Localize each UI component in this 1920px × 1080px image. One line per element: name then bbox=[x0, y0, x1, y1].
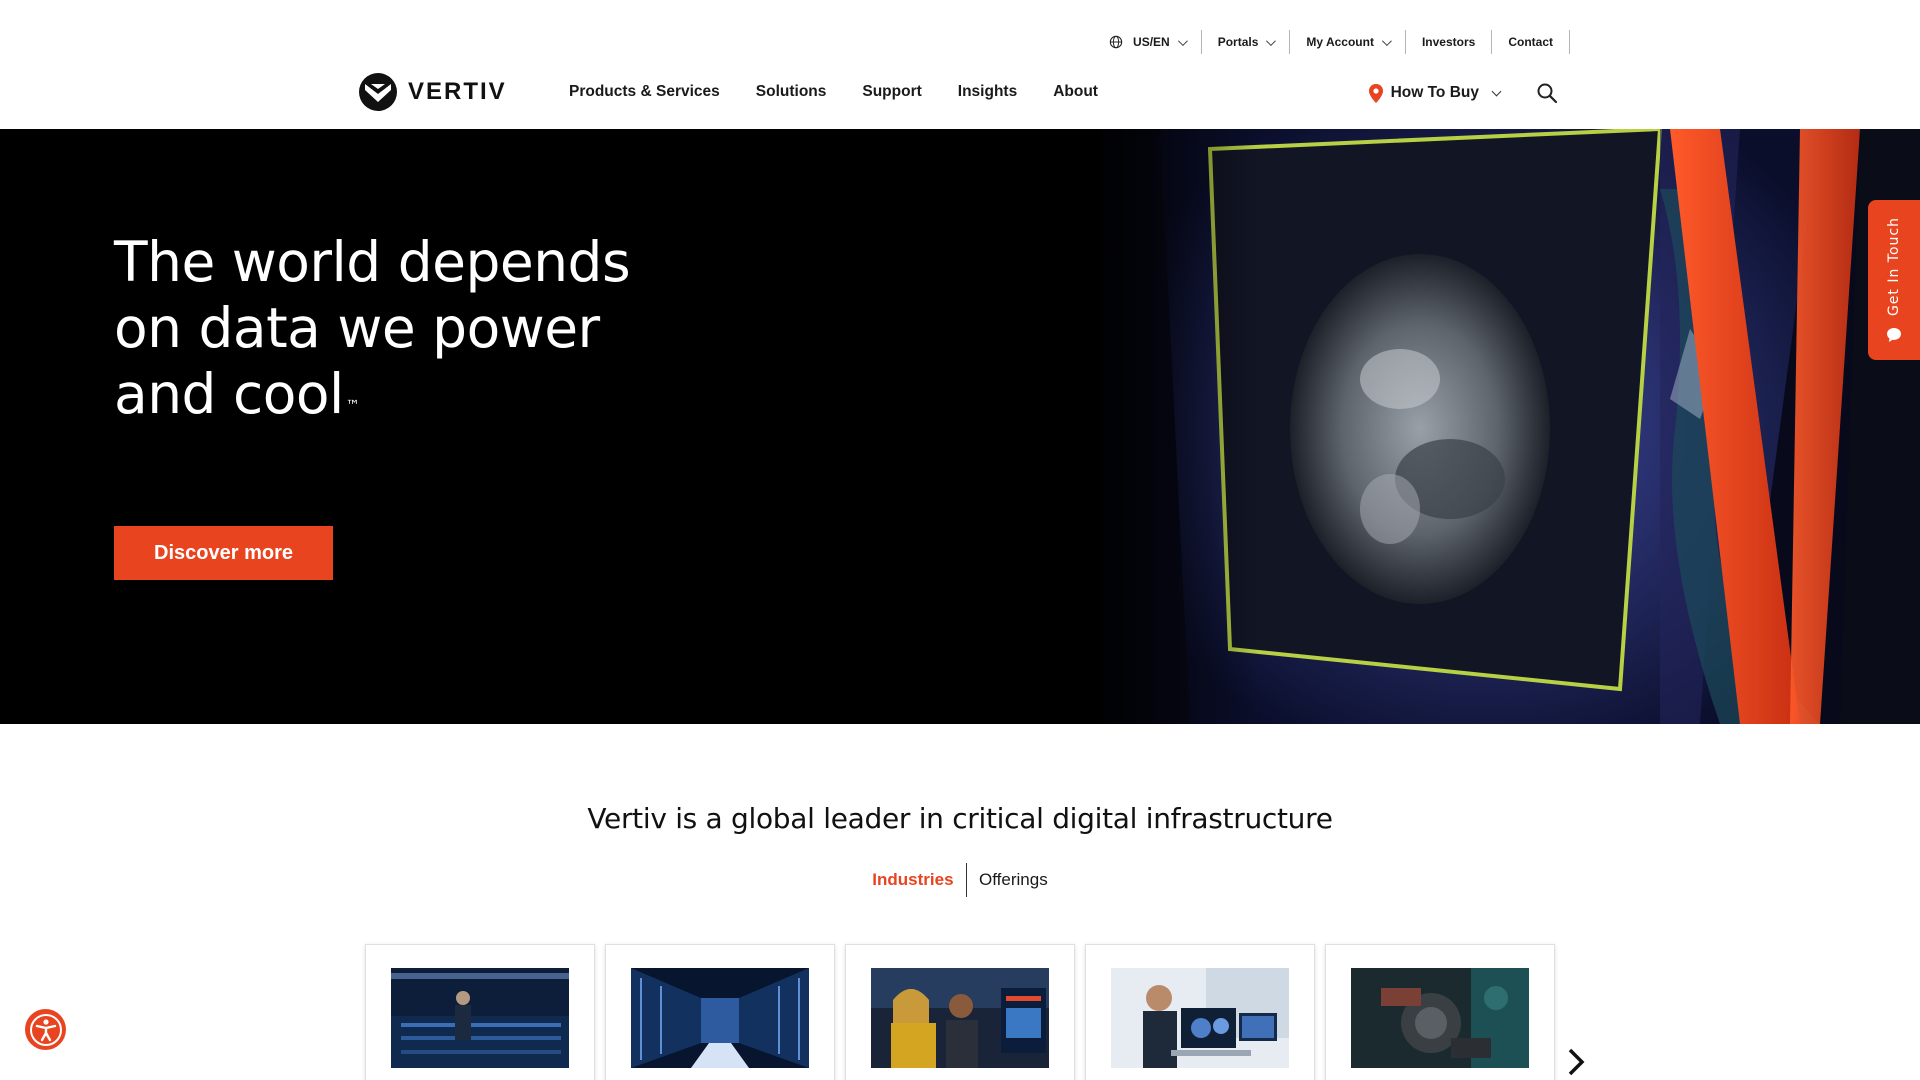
primary-nav: Products & Services Solutions Support In… bbox=[569, 82, 1134, 102]
utility-nav: US/EN Portals My Account Investors Conta… bbox=[1093, 30, 1570, 54]
vertiv-logo-icon bbox=[359, 73, 397, 111]
tab-offerings[interactable]: Offerings bbox=[967, 863, 1060, 897]
portals-menu[interactable]: Portals bbox=[1202, 30, 1291, 54]
trademark-symbol: ™ bbox=[345, 398, 360, 414]
my-account-label: My Account bbox=[1306, 35, 1374, 49]
contact-label: Contact bbox=[1508, 35, 1553, 49]
nav-products-services[interactable]: Products & Services bbox=[569, 82, 720, 102]
investors-link[interactable]: Investors bbox=[1406, 30, 1493, 54]
accessibility-icon bbox=[29, 1013, 62, 1046]
investors-label: Investors bbox=[1421, 35, 1476, 49]
section-title: Vertiv is a global leader in critical di… bbox=[587, 802, 1333, 835]
location-pin-icon bbox=[1368, 83, 1383, 103]
how-to-buy-menu[interactable]: How To Buy bbox=[1368, 83, 1502, 103]
chevron-down-icon bbox=[1491, 86, 1502, 96]
hero-title-line-3: and cool bbox=[114, 362, 344, 426]
portals-label: Portals bbox=[1217, 35, 1259, 49]
nav-solutions[interactable]: Solutions bbox=[756, 82, 827, 102]
search-icon[interactable] bbox=[1536, 82, 1558, 104]
card-image bbox=[871, 968, 1049, 1068]
nav-insights[interactable]: Insights bbox=[958, 82, 1017, 102]
section-tabs: Industries Offerings bbox=[0, 863, 1920, 897]
chevron-down-icon bbox=[1266, 35, 1277, 46]
card-image bbox=[1111, 968, 1289, 1068]
industry-card[interactable] bbox=[1325, 944, 1555, 1080]
industry-carousel bbox=[365, 944, 1565, 1080]
my-account-menu[interactable]: My Account bbox=[1290, 30, 1406, 54]
hero-fade bbox=[1080, 129, 1260, 724]
accessibility-button[interactable] bbox=[25, 1009, 66, 1050]
get-in-touch-tab[interactable]: Get In Touch bbox=[1868, 200, 1920, 360]
locale-label: US/EN bbox=[1133, 35, 1170, 49]
chevron-down-icon bbox=[1381, 35, 1392, 46]
how-to-buy-label: How To Buy bbox=[1390, 84, 1479, 101]
logo-text: VERTIV bbox=[408, 78, 507, 105]
card-image bbox=[391, 968, 569, 1068]
nav-right: How To Buy bbox=[1368, 82, 1558, 104]
hero-title-line-1: The world depends bbox=[114, 230, 631, 294]
hero-title-line-2: on data we power bbox=[114, 296, 600, 360]
discover-more-button[interactable]: Discover more bbox=[114, 526, 333, 580]
nav-support[interactable]: Support bbox=[862, 82, 921, 102]
main-header: VERTIV Products & Services Solutions Sup… bbox=[0, 70, 1920, 128]
chat-bubble-icon bbox=[1887, 327, 1901, 342]
chevron-right-icon[interactable] bbox=[1563, 1047, 1589, 1077]
hero-title: The world depends on data we power and c… bbox=[114, 229, 734, 427]
card-image bbox=[1351, 968, 1529, 1068]
industry-card[interactable] bbox=[1085, 944, 1315, 1080]
locale-selector[interactable]: US/EN bbox=[1093, 30, 1202, 54]
hero-banner: The world depends on data we power and c… bbox=[0, 129, 1920, 724]
industry-card[interactable] bbox=[365, 944, 595, 1080]
industry-card[interactable] bbox=[845, 944, 1075, 1080]
globe-icon bbox=[1109, 35, 1123, 49]
tab-industries[interactable]: Industries bbox=[860, 863, 965, 897]
industry-card[interactable] bbox=[605, 944, 835, 1080]
card-image bbox=[631, 968, 809, 1068]
nav-about[interactable]: About bbox=[1053, 82, 1098, 102]
vertiv-logo[interactable]: VERTIV bbox=[358, 72, 507, 112]
contact-link[interactable]: Contact bbox=[1492, 30, 1570, 54]
chevron-down-icon bbox=[1177, 35, 1188, 46]
get-in-touch-label: Get In Touch bbox=[1886, 217, 1902, 317]
